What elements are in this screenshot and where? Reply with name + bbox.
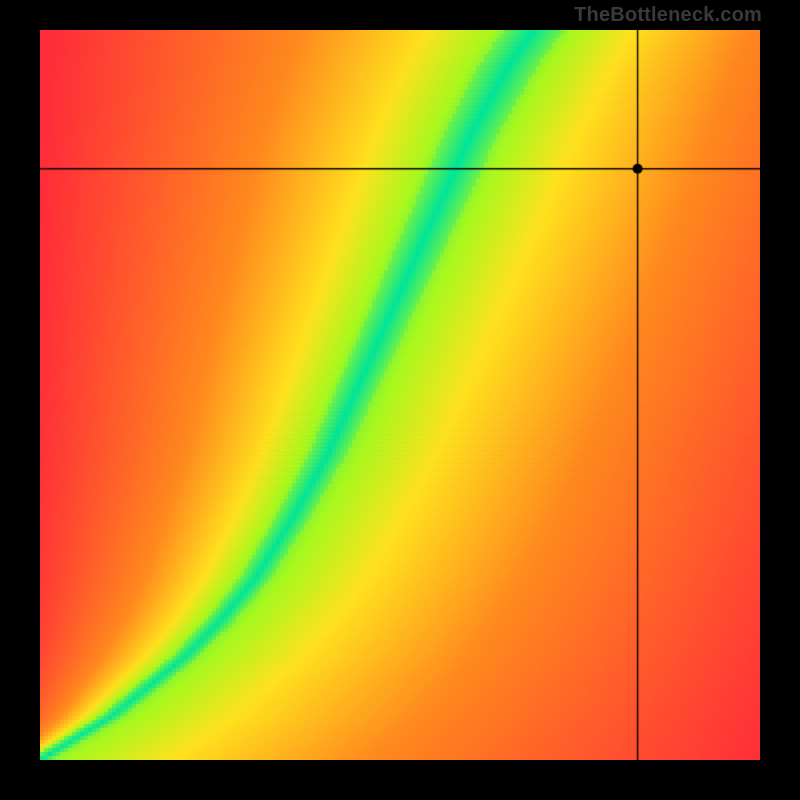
heatmap-plot — [40, 30, 760, 760]
heatmap-canvas — [40, 30, 760, 760]
watermark-text: TheBottleneck.com — [574, 4, 762, 27]
chart-frame: TheBottleneck.com — [0, 0, 800, 800]
